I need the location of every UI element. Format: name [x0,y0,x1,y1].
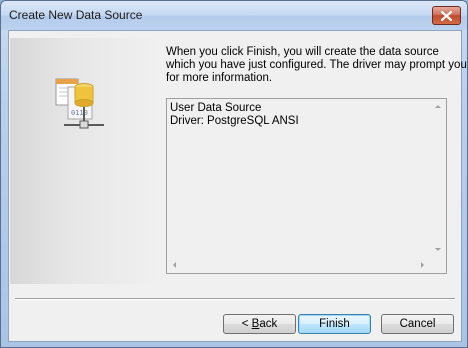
window-title: Create New Data Source [9,8,143,22]
back-button[interactable]: < Back [223,314,296,334]
back-button-prefix: < [241,318,252,330]
scroll-right-arrow-icon[interactable] [421,262,424,268]
back-button-label-rest: ack [259,318,278,330]
title-bar[interactable]: Create New Data Source [1,1,467,30]
dialog-client-area: 0110 When you click Finish, you will cre… [8,30,467,342]
back-button-mnemonic: B [251,318,260,330]
data-source-icon: 0110 [55,78,104,129]
data-source-summary-box[interactable]: User Data Source Driver: PostgreSQL ANSI [166,98,447,274]
scroll-left-arrow-icon[interactable] [173,262,176,268]
vertical-scrollbar[interactable] [430,99,446,257]
scroll-up-arrow-icon[interactable] [435,105,441,108]
finish-description: When you click Finish, you will create t… [166,46,467,85]
cancel-button[interactable]: Cancel [381,314,454,334]
scroll-down-arrow-icon[interactable] [435,248,441,251]
wizard-side-panel: 0110 [10,38,159,284]
close-button[interactable] [432,6,461,25]
summary-text: User Data Source Driver: PostgreSQL ANSI [170,102,299,128]
description-line: which you have just configured. The driv… [166,59,467,71]
description-line: for more information. [166,72,273,84]
svg-text:0110: 0110 [71,109,88,117]
description-line: When you click Finish, you will create t… [166,46,439,58]
close-icon [441,10,452,21]
dialog-window: Create New Data Source 0110 When you cli… [0,0,468,348]
horizontal-scrollbar[interactable] [167,257,430,273]
summary-line: User Data Source [170,102,262,114]
button-separator [15,298,455,300]
summary-line: Driver: PostgreSQL ANSI [170,115,299,127]
scroll-corner [430,257,446,273]
finish-button[interactable]: Finish [298,314,371,334]
